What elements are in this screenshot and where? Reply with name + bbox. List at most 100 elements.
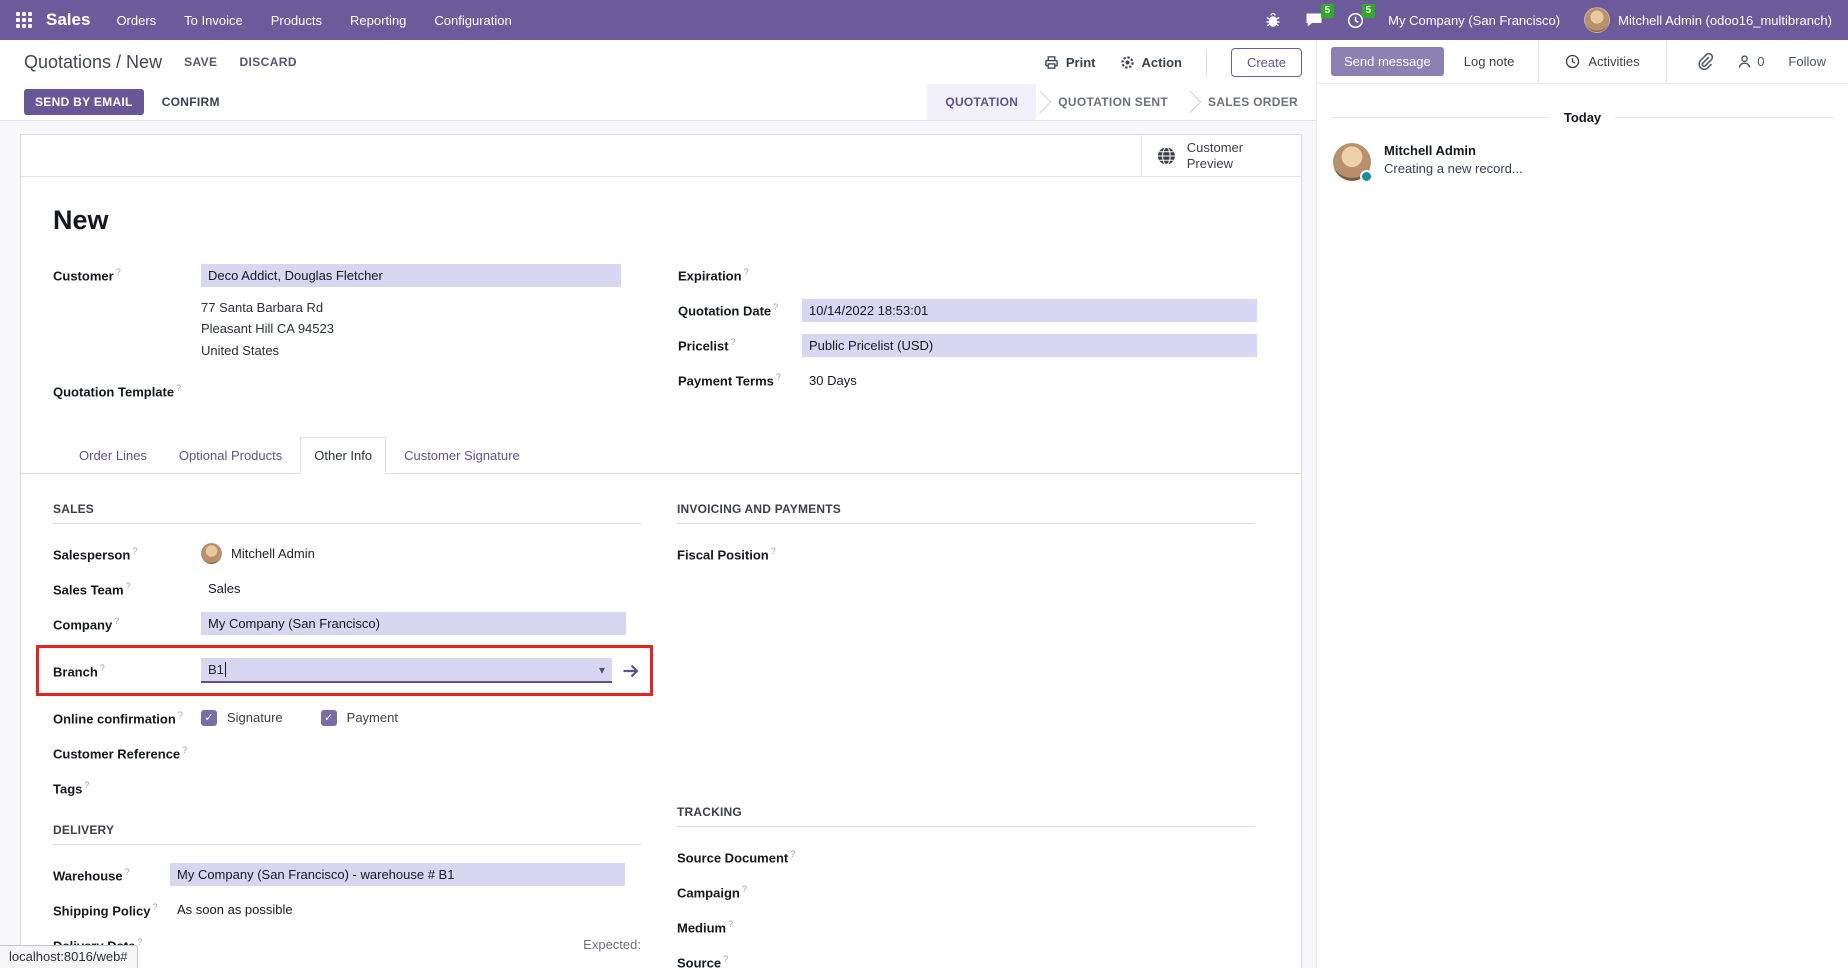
record-title[interactable]: New — [53, 205, 1271, 236]
apps-grid-icon[interactable] — [16, 12, 32, 28]
pricelist-input[interactable]: Public Pricelist (USD) — [802, 334, 1257, 357]
field-pricelist: Pricelist? Public Pricelist (USD) — [678, 332, 1278, 359]
signature-checkbox-label: Signature — [227, 710, 283, 725]
source-document-label: Source Document? — [677, 849, 825, 865]
activities-clock-icon[interactable]: 5 — [1347, 12, 1364, 29]
field-source: Source? — [677, 948, 1255, 968]
attachment-button[interactable] — [1697, 53, 1713, 70]
field-delivery-date: Delivery Date? Expected: — [53, 931, 641, 958]
medium-input[interactable] — [825, 916, 1255, 938]
save-button[interactable]: SAVE — [184, 55, 217, 69]
field-fiscal-position: Fiscal Position? — [677, 540, 1255, 567]
print-button[interactable]: Print — [1044, 55, 1096, 70]
online-presence-dot — [1360, 170, 1373, 183]
medium-label: Medium? — [677, 919, 825, 935]
debug-bug-icon[interactable] — [1265, 12, 1281, 28]
step-quotation-sent[interactable]: QUOTATION SENT — [1040, 84, 1186, 120]
tab-optional-products[interactable]: Optional Products — [165, 437, 296, 474]
create-button[interactable]: Create — [1231, 48, 1302, 77]
customer-preview-button[interactable]: Customer Preview — [1141, 135, 1301, 176]
user-menu[interactable]: Mitchell Admin (odoo16_multibranch) — [1584, 7, 1832, 33]
field-source-document: Source Document? — [677, 843, 1255, 870]
branch-input[interactable]: B1 ▾ — [201, 658, 612, 683]
customer-preview-label: Customer Preview — [1187, 140, 1287, 171]
message-author-avatar — [1333, 143, 1371, 181]
follow-button[interactable]: Follow — [1788, 54, 1826, 69]
control-panel: Quotations / New SAVE DISCARD Print — [0, 40, 1316, 84]
field-quotation-date: Quotation Date? 10/14/2022 18:53:01 — [678, 297, 1278, 324]
expiration-input[interactable] — [802, 265, 1278, 287]
campaign-input[interactable] — [825, 881, 1255, 903]
step-sales-order[interactable]: SALES ORDER — [1190, 84, 1316, 120]
dropdown-caret-icon[interactable]: ▾ — [599, 663, 605, 677]
tab-customer-signature[interactable]: Customer Signature — [390, 437, 534, 474]
action-button[interactable]: Action — [1120, 55, 1182, 70]
shipping-policy-input[interactable]: As soon as possible — [170, 902, 293, 917]
sales-team-input[interactable]: Sales — [201, 581, 241, 596]
app-name[interactable]: Sales — [46, 10, 90, 30]
salesperson-input[interactable]: Mitchell Admin — [231, 546, 315, 561]
delivery-date-input[interactable] — [170, 934, 583, 956]
followers-count: 0 — [1757, 54, 1764, 69]
discard-button[interactable]: DISCARD — [239, 55, 296, 69]
source-document-input[interactable] — [825, 846, 1255, 868]
send-by-email-button[interactable]: SEND BY EMAIL — [24, 89, 144, 115]
menu-products[interactable]: Products — [271, 13, 322, 28]
menu-configuration[interactable]: Configuration — [434, 13, 511, 28]
company-input[interactable]: My Company (San Francisco) — [201, 612, 626, 635]
user-avatar — [1584, 7, 1610, 33]
activities-button[interactable]: Activities — [1538, 40, 1666, 83]
step-quotation[interactable]: QUOTATION — [927, 84, 1036, 120]
confirm-button[interactable]: CONFIRM — [162, 95, 220, 109]
app-menus: Orders To Invoice Products Reporting Con… — [116, 13, 511, 28]
odoo-app: Sales Orders To Invoice Products Reporti… — [0, 0, 1848, 968]
invoicing-section-title: INVOICING AND PAYMENTS — [677, 502, 1255, 524]
help-marker: ? — [126, 581, 131, 591]
activities-badge: 5 — [1362, 4, 1376, 18]
payment-terms-input[interactable]: 30 Days — [802, 373, 857, 388]
tab-other-info[interactable]: Other Info — [300, 437, 386, 474]
url-status-tooltip: localhost:8016/web# — [0, 945, 138, 968]
help-marker: ? — [182, 745, 187, 755]
breadcrumb[interactable]: Quotations / New — [24, 52, 162, 73]
menu-reporting[interactable]: Reporting — [350, 13, 406, 28]
source-input[interactable] — [825, 951, 1255, 968]
menu-to-invoice[interactable]: To Invoice — [184, 13, 243, 28]
help-marker: ? — [731, 337, 736, 347]
send-message-button[interactable]: Send message — [1331, 47, 1444, 76]
date-divider: Today — [1331, 110, 1834, 125]
top-navbar: Sales Orders To Invoice Products Reporti… — [0, 0, 1848, 40]
warehouse-input[interactable]: My Company (San Francisco) - warehouse #… — [170, 863, 625, 886]
quotation-date-input[interactable]: 10/14/2022 18:53:01 — [802, 299, 1257, 322]
form-view-area: Customer Preview New Customer? Deco Addi… — [0, 121, 1316, 968]
field-campaign: Campaign? — [677, 878, 1255, 905]
field-quotation-template: Quotation Template? — [53, 377, 638, 404]
customer-reference-label: Customer Reference? — [53, 745, 201, 761]
branch-annotation-box: Branch? B1 ▾ — [36, 645, 653, 696]
message-author[interactable]: Mitchell Admin — [1384, 143, 1523, 158]
tags-input[interactable] — [201, 777, 641, 799]
signature-checkbox[interactable]: ✓ — [201, 710, 217, 726]
message-body: Creating a new record... — [1384, 161, 1523, 176]
internal-link-arrow-icon[interactable] — [622, 663, 640, 679]
menu-orders[interactable]: Orders — [116, 13, 156, 28]
payment-checkbox[interactable]: ✓ — [321, 710, 337, 726]
field-sales-team: Sales Team? Sales — [53, 575, 641, 602]
payment-checkbox-label: Payment — [347, 710, 398, 725]
log-note-button[interactable]: Log note — [1464, 54, 1515, 69]
customer-input[interactable]: Deco Addict, Douglas Fletcher — [201, 264, 621, 287]
divider — [1206, 49, 1207, 75]
main-content-pane: Quotations / New SAVE DISCARD Print — [0, 40, 1316, 968]
company-switcher[interactable]: My Company (San Francisco) — [1388, 13, 1560, 28]
fiscal-position-input[interactable] — [825, 543, 1255, 565]
help-marker: ? — [771, 546, 776, 556]
quotation-template-input[interactable] — [201, 380, 638, 402]
tab-order-lines[interactable]: Order Lines — [65, 437, 161, 474]
help-marker: ? — [178, 710, 183, 720]
followers-button[interactable]: 0 — [1737, 54, 1764, 69]
tags-label: Tags? — [53, 780, 201, 796]
chatter-toolbar: Send message Log note Activities — [1317, 40, 1848, 84]
salesperson-label: Salesperson? — [53, 546, 201, 562]
messages-icon[interactable]: 5 — [1305, 12, 1323, 28]
customer-reference-input[interactable] — [201, 742, 641, 764]
